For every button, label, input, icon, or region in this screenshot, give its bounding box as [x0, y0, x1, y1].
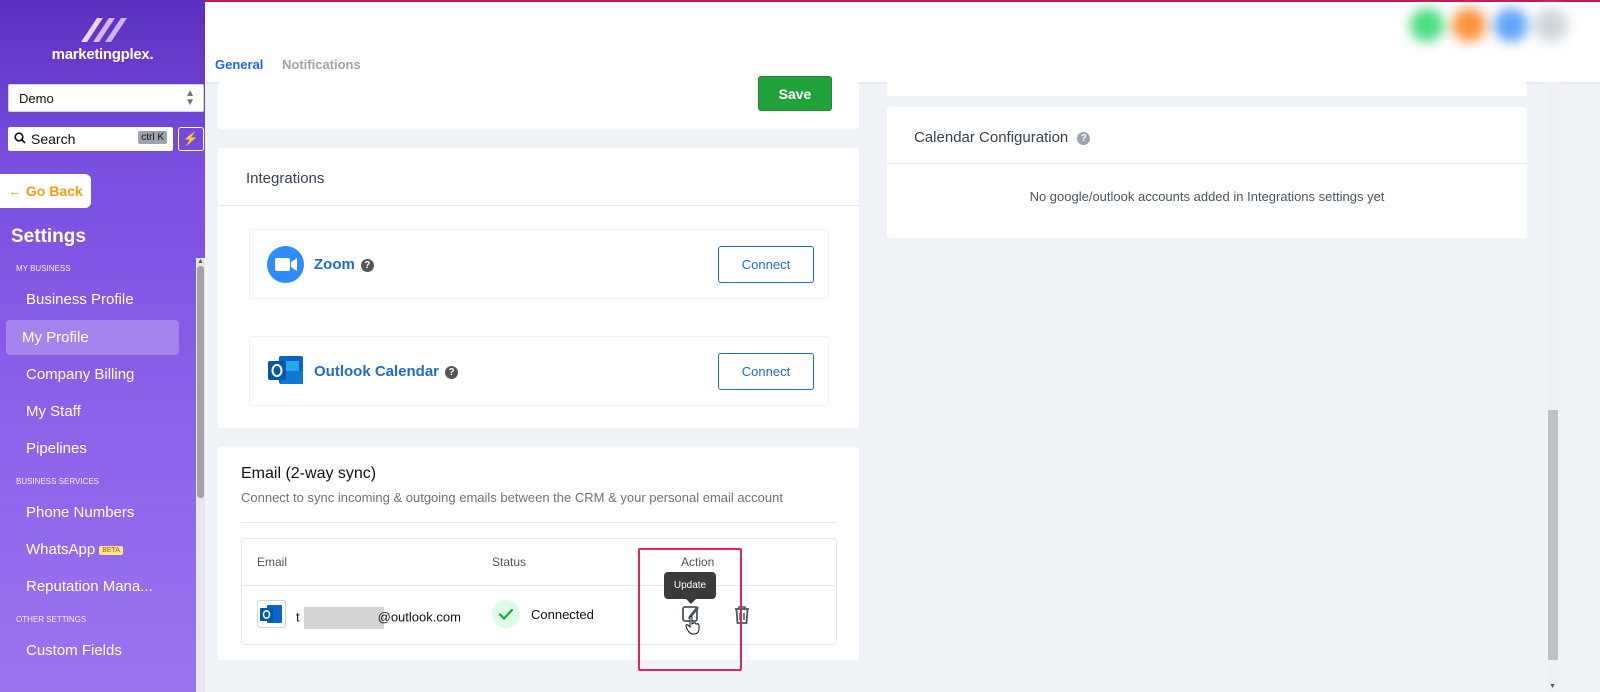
top-bar: General Notifications	[205, 0, 1600, 82]
email-prefix: t	[296, 609, 300, 625]
search-placeholder: Search	[31, 131, 76, 147]
search-input[interactable]: Search ctrl K	[8, 127, 173, 151]
sidebar-item-whatsapp[interactable]: WhatsApp BETA	[26, 541, 123, 558]
beta-badge: BETA	[99, 545, 123, 555]
settings-title: Settings	[11, 226, 86, 247]
section-label-my-business: MY BUSINESS	[16, 264, 71, 273]
quick-action-bolt-icon[interactable]: ⚡	[178, 127, 204, 151]
logo-text: marketingplex.	[51, 46, 154, 63]
integration-row-zoom: Zoom? Connect	[249, 229, 829, 299]
logo-mark-icon	[80, 18, 127, 42]
account-select[interactable]: Demo ▲ ▼	[8, 84, 204, 112]
sidebar: marketingplex. Demo ▲ ▼ Search ctrl K ⚡ ←…	[0, 0, 205, 692]
select-arrows-icon: ▲ ▼	[185, 88, 195, 108]
outlook-icon	[257, 600, 286, 628]
sidebar-item-my-profile[interactable]: My Profile	[6, 320, 179, 355]
avatar[interactable]	[1410, 8, 1444, 42]
sidebar-item-company-billing[interactable]: Company Billing	[26, 366, 134, 383]
divider	[241, 522, 837, 523]
sidebar-item-phone-numbers[interactable]: Phone Numbers	[26, 504, 134, 521]
sidebar-scroll-thumb[interactable]	[197, 266, 204, 498]
avatar[interactable]	[1534, 8, 1568, 42]
help-icon[interactable]: ?	[445, 365, 459, 379]
sidebar-item-business-profile[interactable]: Business Profile	[26, 291, 134, 308]
scroll-down-icon[interactable]: ▼	[1549, 683, 1556, 690]
sidebar-scrollbar[interactable]: ▲	[196, 258, 205, 692]
email-address: t @outlook.com	[296, 607, 461, 629]
outlook-connect-button[interactable]: Connect	[718, 353, 814, 390]
integration-row-outlook: Outlook Calendar? Connect	[249, 336, 829, 406]
search-shortcut: ctrl K	[138, 131, 167, 144]
sidebar-item-reputation-management[interactable]: Reputation Mana...	[26, 578, 153, 595]
logo: marketingplex.	[0, 14, 205, 63]
save-button[interactable]: Save	[758, 76, 832, 111]
divider	[242, 585, 836, 586]
redacted-block	[303, 607, 384, 629]
outlook-icon	[268, 356, 303, 384]
check-icon	[498, 608, 514, 621]
page-scroll-thumb[interactable]	[1548, 410, 1558, 660]
email-accounts-table: Email Status Action t @outlook.com Connec…	[241, 538, 837, 645]
zoom-name: Zoom	[314, 256, 355, 273]
outlook-name: Outlook Calendar	[314, 363, 440, 380]
sidebar-item-my-staff[interactable]: My Staff	[26, 403, 81, 420]
divider	[887, 163, 1527, 164]
integrations-title: Integrations	[246, 170, 325, 187]
calendar-config-card: Calendar Configuration? No google/outloo…	[887, 107, 1527, 238]
action-highlight-box	[638, 548, 742, 671]
calendar-empty-text: No google/outlook accounts added in Inte…	[1029, 189, 1385, 204]
page-scrollbar[interactable]: ▼	[1546, 82, 1560, 692]
calendar-config-title: Calendar Configuration?	[914, 129, 1091, 146]
column-header-status: Status	[492, 555, 527, 569]
avatar[interactable]	[1494, 8, 1528, 42]
section-label-business-services: BUSINESS SERVICES	[16, 477, 99, 486]
tab-general[interactable]: General	[215, 57, 263, 72]
email-sync-title: Email (2-way sync)	[241, 465, 377, 482]
right-card-bottom	[887, 82, 1527, 96]
whatsapp-label: WhatsApp	[26, 541, 96, 558]
status-check-circle	[492, 600, 520, 628]
calendar-config-title-text: Calendar Configuration	[914, 129, 1069, 146]
user-avatars[interactable]	[1400, 2, 1580, 54]
zoom-integration: Zoom?	[314, 256, 374, 273]
tab-notifications[interactable]: Notifications	[282, 57, 361, 72]
scroll-up-icon[interactable]: ▲	[197, 258, 204, 265]
divider	[218, 205, 859, 206]
help-icon[interactable]: ?	[360, 258, 374, 272]
zoom-connect-button[interactable]: Connect	[718, 246, 814, 283]
email-sync-subtitle: Connect to sync incoming & outgoing emai…	[241, 490, 783, 505]
section-label-other-settings: OTHER SETTINGS	[16, 615, 87, 624]
arrow-left-icon: ←	[8, 183, 22, 199]
column-header-email: Email	[257, 555, 288, 569]
outlook-integration: Outlook Calendar?	[314, 363, 459, 380]
account-select-value: Demo	[19, 91, 54, 106]
status-connected: Connected	[531, 607, 594, 622]
sidebar-item-pipelines[interactable]: Pipelines	[26, 440, 87, 457]
help-icon[interactable]: ?	[1077, 131, 1091, 145]
search-icon	[14, 132, 26, 144]
avatar[interactable]	[1452, 8, 1486, 42]
go-back-button[interactable]: ← Go Back	[0, 174, 91, 208]
email-domain: @outlook.com	[377, 609, 461, 625]
go-back-label: Go Back	[25, 183, 83, 199]
sidebar-item-custom-fields[interactable]: Custom Fields	[26, 642, 122, 659]
zoom-icon	[267, 246, 304, 283]
